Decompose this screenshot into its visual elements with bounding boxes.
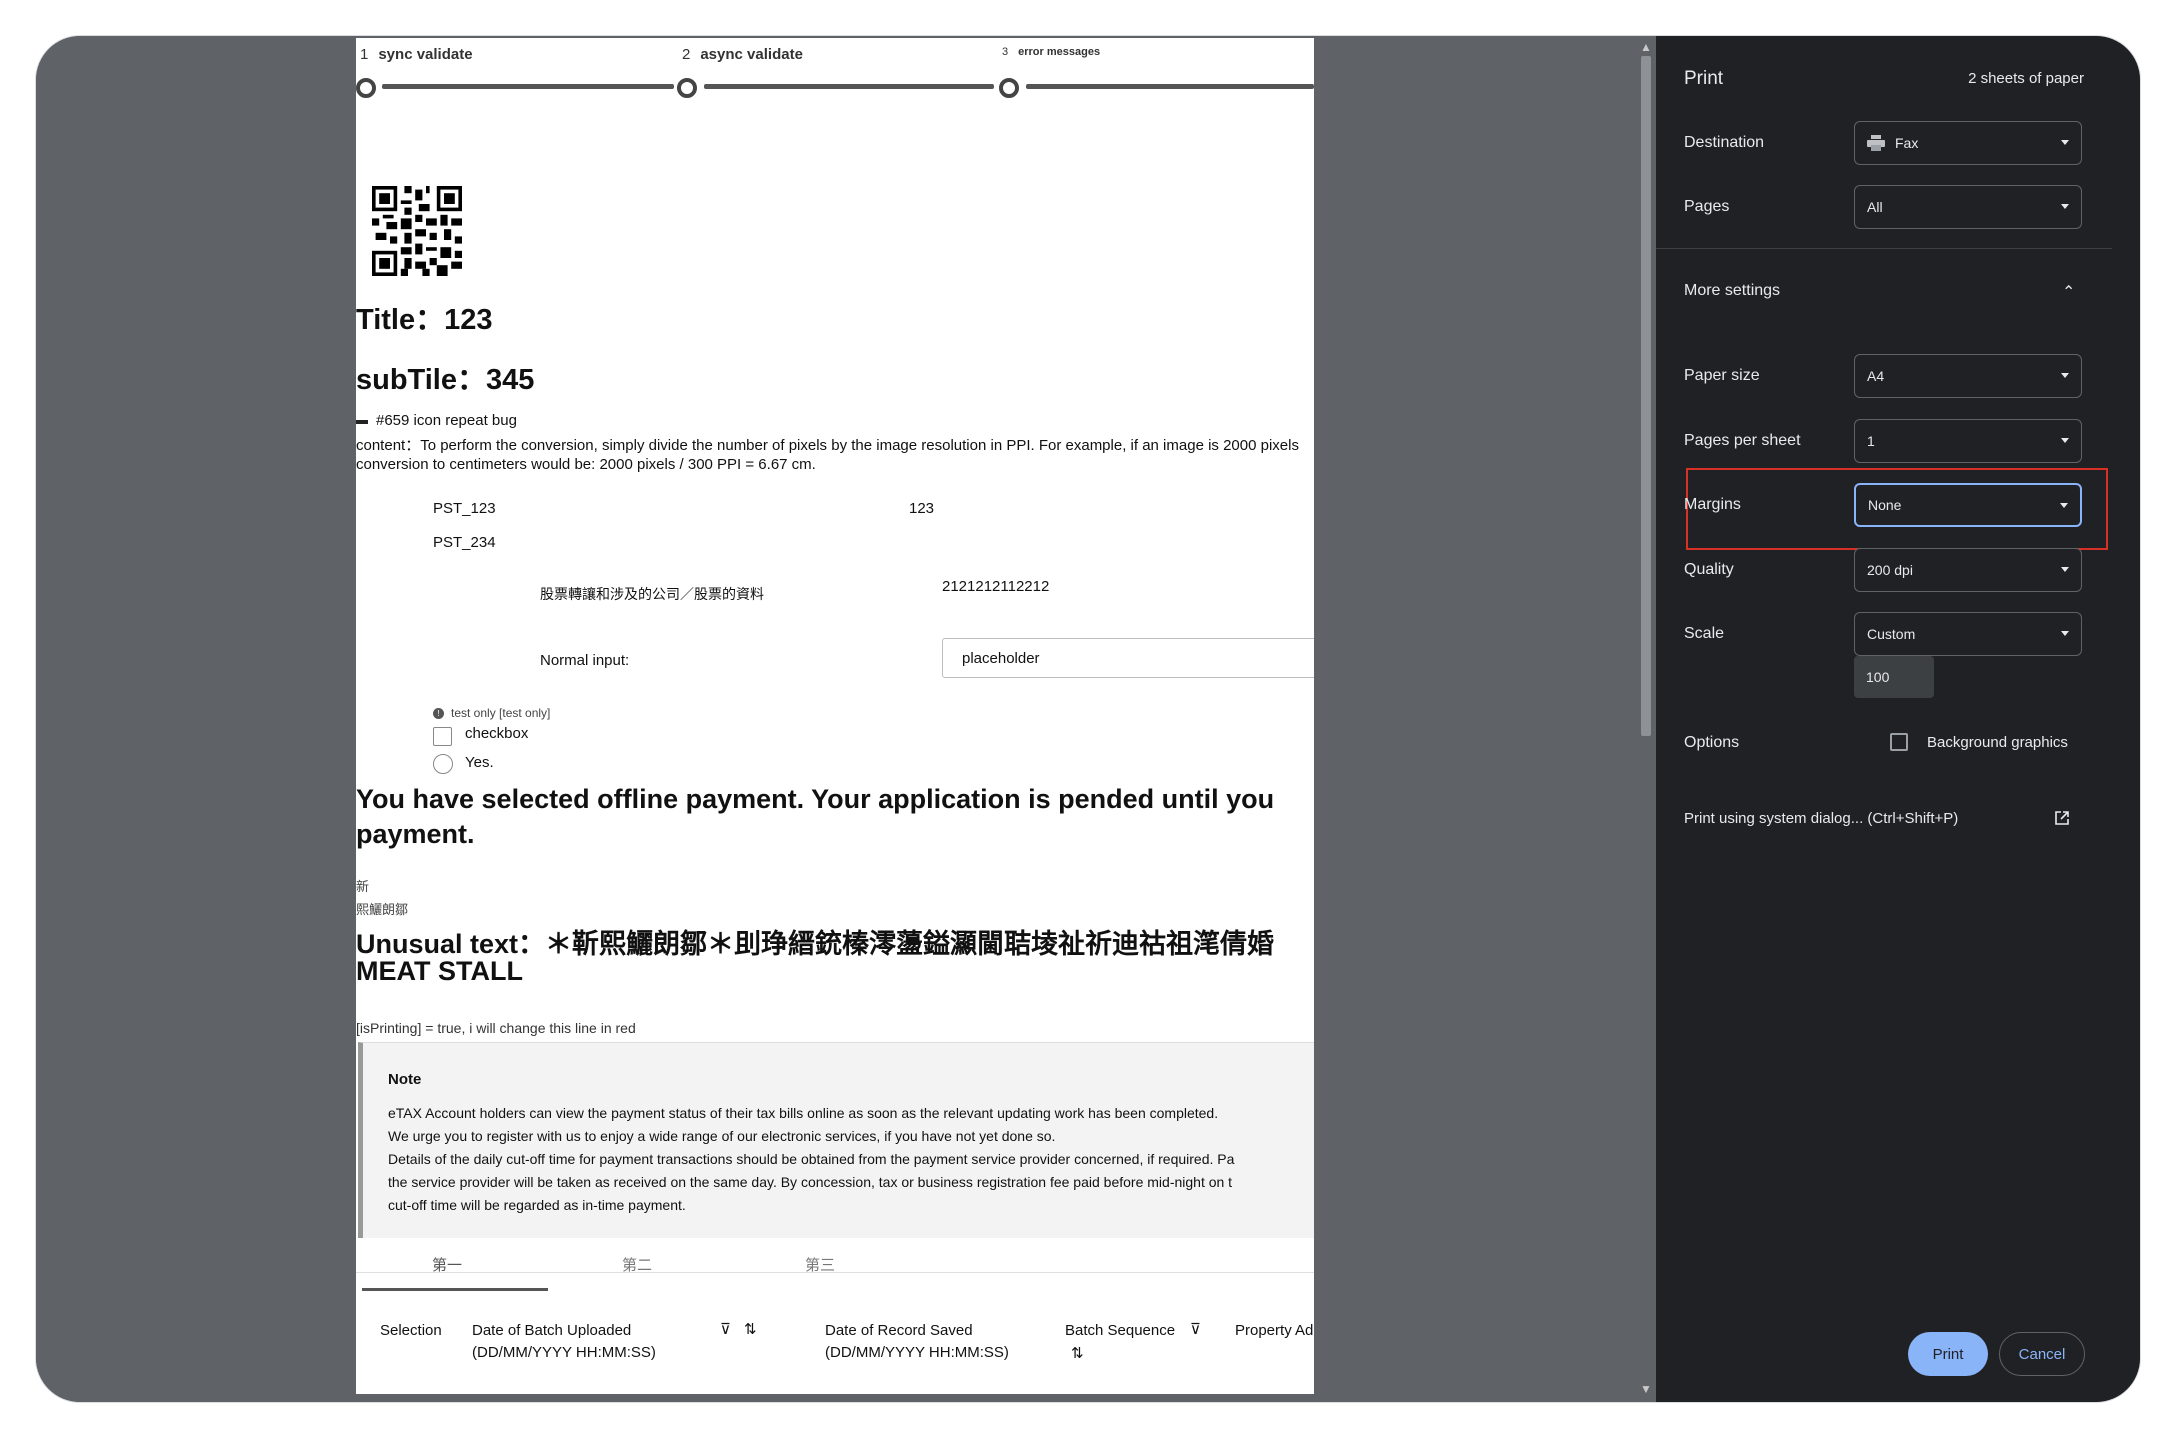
column-property: Property Ad [1235,1322,1314,1339]
share-transfer-value: 2121212112212 [942,578,1050,595]
column-selection: Selection [380,1322,442,1339]
document-title: Title：123 [356,304,493,336]
checkbox-label: checkbox [465,725,529,742]
quality-select[interactable]: 200 dpi [1854,548,2082,592]
filter-icon[interactable]: ⊽ [720,1320,731,1338]
options-label: Options [1684,734,1740,751]
tab-third[interactable]: 第三 [805,1254,835,1275]
step-3-line [1026,84,1314,89]
sort-icon[interactable]: ⇅ [1071,1344,1084,1362]
bug-line: #659 icon repeat bug [376,412,517,429]
note-line-5: cut-off time will be regarded as in-time… [388,1197,686,1213]
content-line-2: conversion to centimeters would be: 2000… [356,456,816,473]
pst-1-value: 123 [909,500,935,517]
is-printing-line: [isPrinting] = true, i will change this … [356,1020,636,1036]
offline-payment-line-2: payment. [356,819,475,849]
scroll-down-arrow-icon[interactable]: ▼ [1640,1382,1652,1396]
normal-input[interactable]: placeholder [942,638,1314,678]
note-line-4: the service provider will be taken as re… [388,1174,1233,1190]
more-settings-toggle[interactable]: More settings ⌃ [1656,258,2140,316]
print-button[interactable]: Print [1908,1332,1988,1376]
note-box: Note eTAX Account holders can view the p… [358,1042,1314,1238]
print-panel-title: Print [1684,68,1724,89]
pst-2-label: PST_234 [433,534,496,551]
preview-scrollbar-thumb[interactable] [1641,56,1651,736]
step-1-line [382,84,674,89]
quality-label: Quality [1684,561,1734,578]
column-batch-uploaded-format: (DD/MM/YYYY HH:MM:SS) [472,1344,656,1361]
chevron-down-icon [2060,503,2068,508]
step-2-label: 2 async validate [682,46,803,63]
step-2-circle [677,78,697,98]
scroll-up-arrow-icon[interactable]: ▲ [1640,40,1652,54]
paper-size-select[interactable]: A4 [1854,354,2082,398]
print-settings-panel: Print 2 sheets of paper Destination Fax … [1656,36,2140,1402]
chevron-up-icon: ⌃ [2062,284,2076,301]
column-record-saved: Date of Record Saved [825,1322,973,1339]
open-in-new-icon [2055,811,2069,825]
system-dialog-link[interactable]: Print using system dialog... (Ctrl+Shift… [1656,790,2140,846]
tab-second[interactable]: 第二 [622,1254,652,1275]
printer-icon [1867,135,1885,151]
pages-per-sheet-label: Pages per sheet [1684,432,1801,449]
print-preview-area: 1 sync validate 2 async validate 3 error me… [36,36,1656,1402]
note-line-1: eTAX Account holders can view the paymen… [388,1105,1219,1121]
preview-page: 1 sync validate 2 async validate 3 error me… [356,38,1314,1394]
step-1-label: 1 sync validate [360,46,473,63]
info-icon: ! [433,708,444,719]
background-graphics-checkbox[interactable] [1890,733,1908,751]
step-2-line [704,84,994,89]
column-batch-uploaded: Date of Batch Uploaded [472,1322,632,1339]
chevron-down-icon [2061,140,2069,145]
step-1-circle [356,78,376,98]
margins-label: Margins [1684,496,1741,513]
panel-divider [1656,248,2112,249]
note-line-3: Details of the daily cut-off time for pa… [388,1151,1235,1167]
destination-select[interactable]: Fax [1854,121,2082,165]
normal-input-label: Normal input: [540,652,630,669]
offline-payment-line-1: You have selected offline payment. Your … [356,784,1275,814]
sheet-count: 2 sheets of paper [1968,70,2084,87]
pages-select[interactable]: All [1854,185,2082,229]
chevron-down-icon [2061,204,2069,209]
scale-label: Scale [1684,625,1725,642]
column-record-saved-format: (DD/MM/YYYY HH:MM:SS) [825,1344,1009,1361]
pages-per-sheet-select[interactable]: 1 [1854,419,2082,463]
cancel-button[interactable]: Cancel [1999,1332,2085,1376]
destination-label: Destination [1684,134,1765,151]
scale-select[interactable]: Custom [1854,612,2082,656]
active-tab-indicator [362,1288,548,1291]
chevron-down-icon [2061,631,2069,636]
unusual-text-line-2: MEAT STALL [356,956,523,986]
radio-input[interactable] [433,754,453,774]
print-dialog-window: 1 sync validate 2 async validate 3 error me… [36,36,2140,1402]
background-graphics-label: Background graphics [1927,734,2068,751]
note-line-2: We urge you to register with us to enjoy… [388,1128,1056,1144]
checkbox-input[interactable] [433,727,452,746]
share-transfer-label: 股票轉讓和涉及的公司／股票的資料 [540,586,764,602]
small-glyph-1: 新 [356,879,370,894]
step-3-label: 3 error messages [1002,46,1101,58]
paper-size-label: Paper size [1684,367,1760,384]
filter-icon[interactable]: ⊽ [1190,1320,1201,1338]
content-line-1: content：To perform the conversion, simpl… [356,437,1299,454]
qr-code-icon [372,186,462,276]
chevron-down-icon [2061,567,2069,572]
document-subtitle: subTile：345 [356,364,535,396]
column-batch-sequence: Batch Sequence [1065,1322,1176,1339]
radio-label: Yes. [465,754,494,771]
chevron-down-icon [2061,438,2069,443]
scale-custom-input[interactable]: 100 [1854,656,1934,698]
small-glyph-2: 熙鱺朗鄒 [356,902,409,917]
step-3-circle [999,78,1019,98]
sort-icon[interactable]: ⇅ [744,1320,757,1338]
tab-first[interactable]: 第一 [432,1254,462,1275]
pages-label: Pages [1684,198,1730,215]
bullet-icon [356,420,368,424]
chevron-down-icon [2061,373,2069,378]
note-title: Note [388,1071,422,1088]
test-only-text: test only [test only] [451,706,551,720]
margins-select[interactable]: None [1854,483,2082,527]
pst-1-label: PST_123 [433,500,496,517]
